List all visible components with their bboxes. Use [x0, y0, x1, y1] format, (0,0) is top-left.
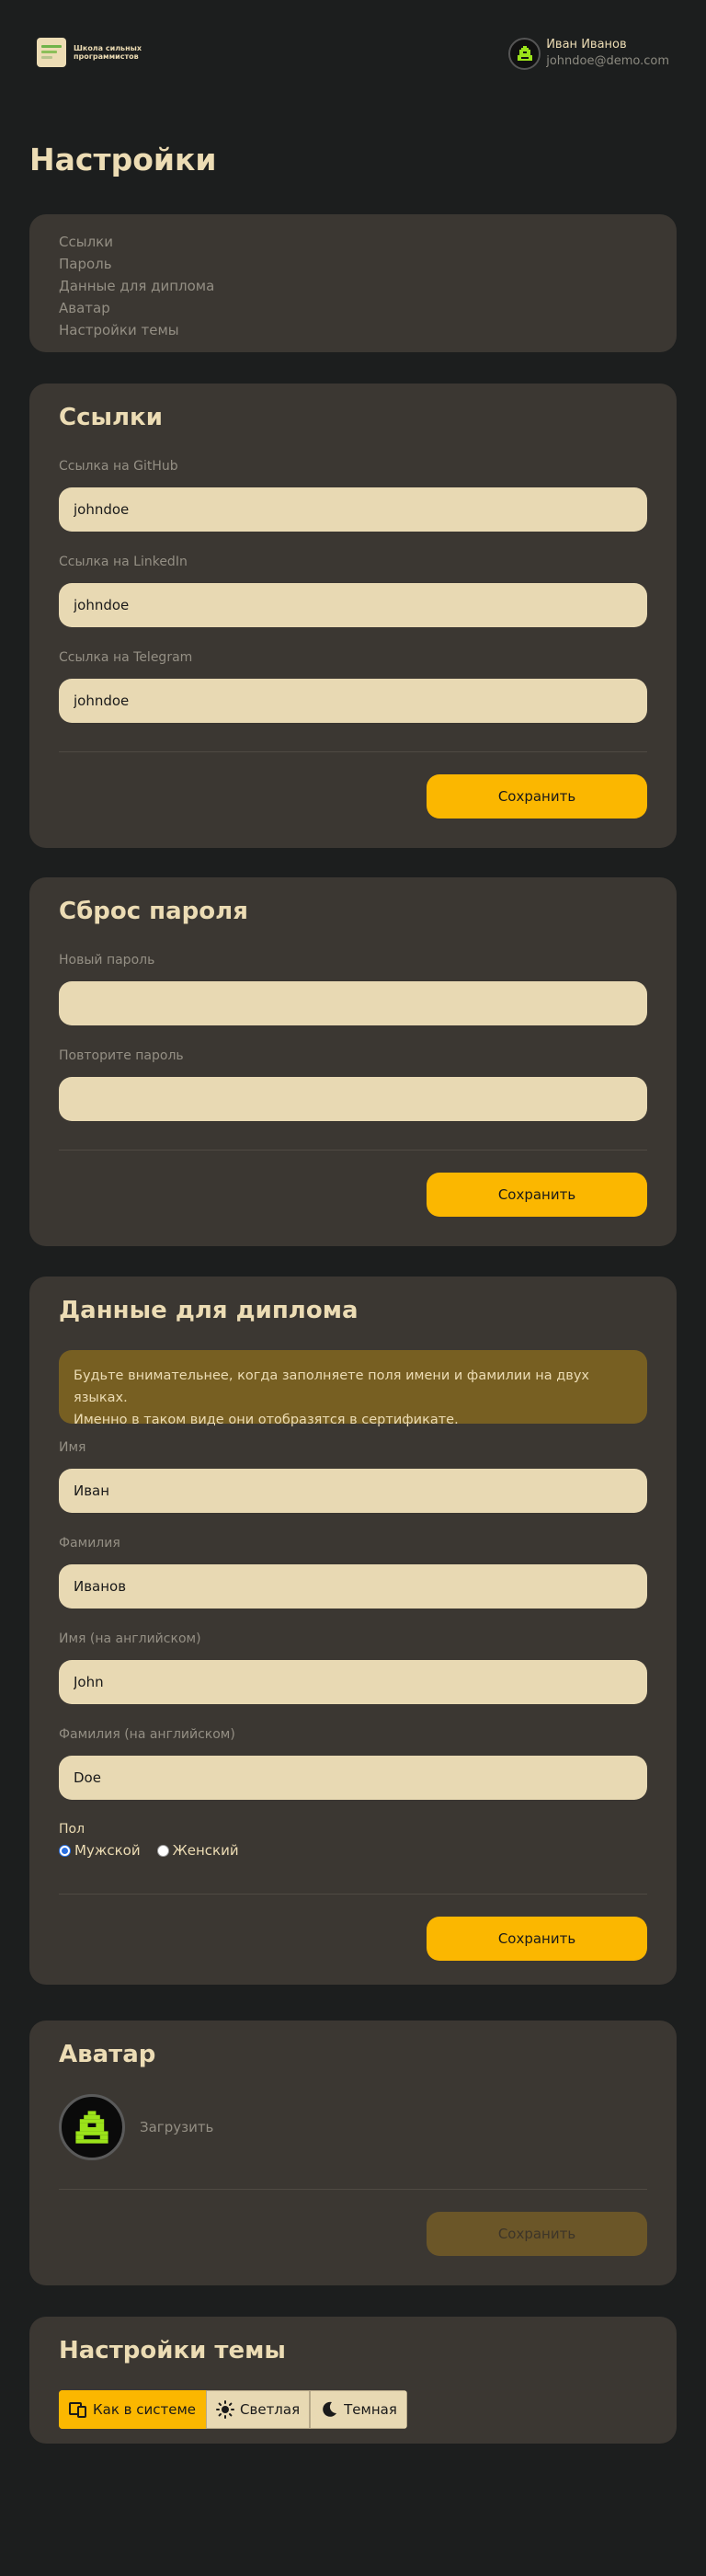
first-name-en-input[interactable]	[59, 1660, 647, 1704]
last-name-label: Фамилия	[59, 1536, 120, 1551]
last-name-input[interactable]	[59, 1564, 647, 1609]
theme-system-label: Как в системе	[93, 2401, 197, 2418]
first-name-en-label: Имя (на английском)	[59, 1631, 201, 1646]
repeat-password-label: Повторите пароль	[59, 1048, 184, 1063]
header: Школа сильных программистов Иван Иванов …	[0, 0, 706, 105]
nav-link-password[interactable]: Пароль	[59, 253, 647, 275]
divider	[59, 2189, 647, 2190]
linkedin-input[interactable]	[59, 583, 647, 627]
notice-line-2: Именно в таком виде они отобразятся в се…	[74, 1413, 459, 1427]
new-password-label: Новый пароль	[59, 953, 155, 967]
first-name-input[interactable]	[59, 1469, 647, 1513]
divider	[59, 751, 647, 752]
avatar-save-button[interactable]: Сохранить	[427, 2212, 647, 2256]
page-title: Настройки	[29, 142, 217, 177]
avatar-card: Аватар Загрузить Сохранить	[29, 2021, 677, 2285]
settings-nav: Ссылки Пароль Данные для диплома Аватар …	[29, 214, 677, 352]
logo-icon	[37, 38, 66, 67]
telegram-input[interactable]	[59, 679, 647, 723]
gender-male-radio[interactable]	[59, 1844, 71, 1857]
theme-light-label: Светлая	[240, 2401, 301, 2418]
avatar-image	[59, 2094, 125, 2160]
gender-options: Мужской Женский	[59, 1842, 239, 1859]
links-save-button[interactable]: Сохранить	[427, 774, 647, 819]
last-name-en-label: Фамилия (на английском)	[59, 1727, 235, 1742]
theme-title: Настройки темы	[59, 2337, 286, 2364]
devices-icon	[69, 2402, 86, 2418]
upload-avatar-link[interactable]: Загрузить	[140, 2119, 213, 2135]
nav-link-links[interactable]: Ссылки	[59, 231, 647, 253]
password-save-button[interactable]: Сохранить	[427, 1173, 647, 1217]
gender-female-label[interactable]: Женский	[173, 1842, 239, 1859]
nav-link-avatar[interactable]: Аватар	[59, 297, 647, 319]
theme-dark-button[interactable]: Темная	[310, 2390, 407, 2429]
theme-card: Настройки темы Как в системе Светлая Тем…	[29, 2317, 677, 2444]
gender-label: Пол	[59, 1822, 85, 1837]
github-input[interactable]	[59, 487, 647, 532]
nav-link-diploma[interactable]: Данные для диплома	[59, 275, 647, 297]
gender-male-label[interactable]: Мужской	[74, 1842, 141, 1859]
user-menu[interactable]: Иван Иванов johndoe@demo.com	[508, 37, 669, 70]
sun-icon	[216, 2400, 235, 2419]
divider	[59, 1150, 647, 1151]
password-title: Сброс пароля	[59, 898, 248, 925]
new-password-input[interactable]	[59, 981, 647, 1025]
theme-selector: Как в системе Светлая Темная	[59, 2390, 407, 2429]
theme-light-button[interactable]: Светлая	[206, 2390, 311, 2429]
last-name-en-input[interactable]	[59, 1756, 647, 1800]
diploma-title: Данные для диплома	[59, 1297, 359, 1324]
diploma-card: Данные для диплома Будьте внимательнее, …	[29, 1277, 677, 1985]
moon-icon	[323, 2401, 337, 2417]
github-label: Ссылка на GitHub	[59, 459, 178, 474]
gender-female-radio[interactable]	[156, 1844, 169, 1857]
notice-line-1: Будьте внимательнее, когда заполняете по…	[74, 1368, 590, 1405]
theme-system-button[interactable]: Как в системе	[59, 2390, 207, 2429]
user-email: johndoe@demo.com	[546, 54, 669, 68]
telegram-label: Ссылка на Telegram	[59, 650, 193, 665]
linkedin-label: Ссылка на LinkedIn	[59, 555, 188, 569]
theme-dark-label: Темная	[344, 2401, 397, 2418]
avatar-title: Аватар	[59, 2041, 156, 2068]
links-title: Ссылки	[59, 404, 163, 431]
diploma-notice: Будьте внимательнее, когда заполняете по…	[59, 1350, 647, 1427]
logo-text: Школа сильных программистов	[74, 44, 142, 61]
user-avatar-icon	[508, 37, 541, 70]
divider	[59, 1894, 647, 1895]
diploma-save-button[interactable]: Сохранить	[427, 1917, 647, 1961]
logo[interactable]: Школа сильных программистов	[37, 38, 156, 67]
nav-link-theme[interactable]: Настройки темы	[59, 319, 647, 341]
password-card: Сброс пароля Новый пароль Повторите паро…	[29, 877, 677, 1246]
links-card: Ссылки Ссылка на GitHub Ссылка на Linked…	[29, 384, 677, 848]
user-name: Иван Иванов	[546, 38, 627, 52]
repeat-password-input[interactable]	[59, 1077, 647, 1121]
first-name-label: Имя	[59, 1440, 86, 1455]
